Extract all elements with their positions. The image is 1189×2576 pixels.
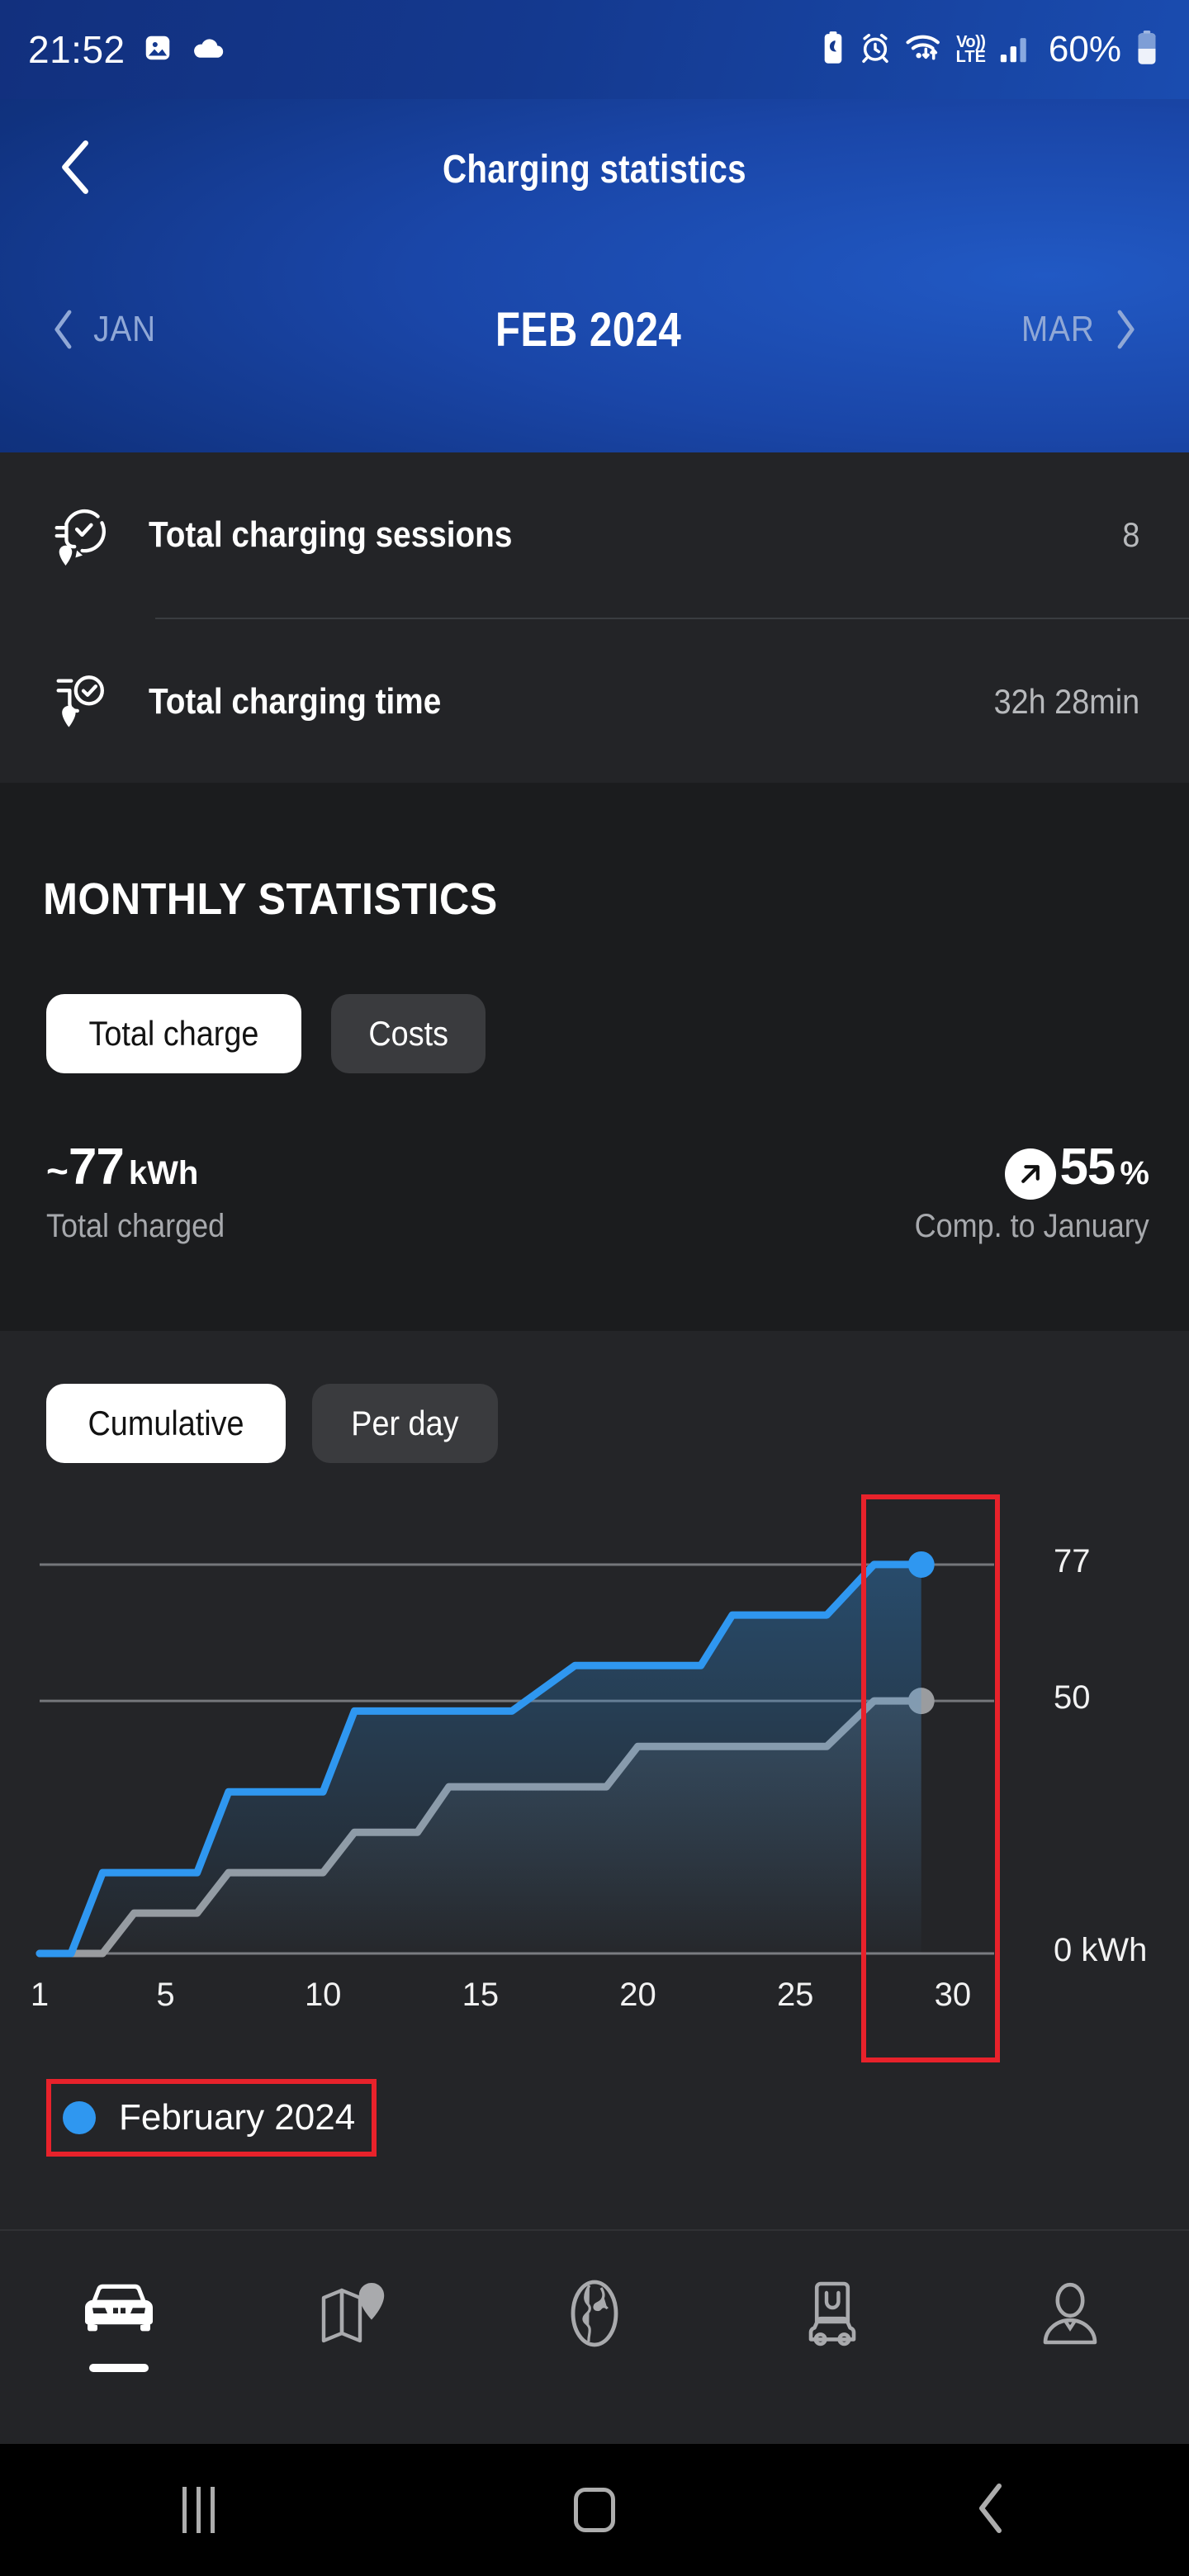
monthly-statistics-title: MONTHLY STATISTICS bbox=[43, 874, 498, 924]
legend-label-february: February 2024 bbox=[119, 2097, 356, 2138]
x-tick-label: 25 bbox=[776, 1977, 814, 2013]
chart-y-axis-labels: 0 kWh 50 77 bbox=[1024, 1491, 1189, 2061]
android-navigation-bar bbox=[0, 2444, 1189, 2576]
status-bar: 21:52 Vo)) LTE 60% bbox=[0, 0, 1189, 99]
tab-total-charge-label: Total charge bbox=[88, 1014, 259, 1053]
chevron-left-icon bbox=[54, 310, 72, 349]
summary-label-time: Total charging time bbox=[149, 681, 442, 722]
total-unit: kWh bbox=[128, 1155, 199, 1191]
chart-legend[interactable]: February 2024 bbox=[46, 2079, 377, 2157]
chevron-right-icon bbox=[1117, 310, 1135, 349]
signal-bars-icon bbox=[999, 32, 1032, 68]
tab-total-charge[interactable]: Total charge bbox=[46, 994, 301, 1073]
summary-label-sessions: Total charging sessions bbox=[149, 514, 513, 555]
x-tick-label: 20 bbox=[619, 1977, 656, 2013]
back-icon bbox=[974, 2483, 1007, 2538]
trend-up-arrow-icon bbox=[1005, 1148, 1057, 1200]
prev-month-button[interactable]: JAN bbox=[53, 309, 160, 350]
volte-icon: Vo)) LTE bbox=[955, 33, 986, 66]
tab-cumulative-label: Cumulative bbox=[88, 1404, 244, 1442]
monthly-tabs: Total charge Costs bbox=[0, 925, 1189, 1073]
recents-icon bbox=[182, 2487, 215, 2533]
chart-section: Cumulative Per day 0 kWh 50 77 1 5 10 15 20 25 3… bbox=[0, 1331, 1189, 2229]
total-number: 77 bbox=[68, 1139, 125, 1196]
tab-costs[interactable]: Costs bbox=[330, 994, 486, 1073]
profile-icon bbox=[1033, 2279, 1107, 2352]
recents-button[interactable] bbox=[0, 2487, 396, 2533]
cumulative-chart[interactable]: 0 kWh 50 77 1 5 10 15 20 25 30 bbox=[0, 1491, 1189, 2062]
battery-percent: 60% bbox=[1048, 29, 1121, 69]
x-tick-label: 10 bbox=[304, 1977, 342, 2013]
battery-icon bbox=[1135, 30, 1159, 70]
nav-item-profile[interactable] bbox=[951, 2231, 1189, 2352]
nav-item-car[interactable] bbox=[0, 2231, 238, 2372]
summary-value-time: 32h 28min bbox=[993, 682, 1139, 721]
x-tick-label: 30 bbox=[934, 1977, 972, 2013]
android-back-button[interactable] bbox=[793, 2483, 1189, 2538]
summary-value-sessions: 8 bbox=[1121, 515, 1139, 554]
cloud-icon bbox=[190, 34, 226, 66]
charging-session-icon bbox=[45, 500, 121, 571]
tab-per-day[interactable]: Per day bbox=[312, 1384, 498, 1463]
status-time: 21:52 bbox=[28, 28, 126, 71]
x-tick-label: 15 bbox=[462, 1977, 500, 2013]
prev-month-label: JAN bbox=[93, 309, 156, 349]
tab-per-day-label: Per day bbox=[351, 1404, 459, 1442]
x-tick-label: 5 bbox=[156, 1977, 175, 2013]
nav-item-globe[interactable] bbox=[476, 2231, 713, 2352]
image-icon bbox=[142, 32, 173, 68]
summary-section: Total charging sessions 8 Total charging… bbox=[0, 452, 1189, 783]
y-tick-label: 50 bbox=[1054, 1679, 1091, 1717]
total-tilde: ~ bbox=[46, 1149, 69, 1192]
tab-cumulative[interactable]: Cumulative bbox=[46, 1384, 287, 1463]
current-month-label: FEB 2024 bbox=[495, 302, 682, 357]
app-header: Charging statistics JAN FEB 2024 MAR bbox=[0, 99, 1189, 452]
battery-saver-icon bbox=[821, 31, 846, 69]
charging-time-icon bbox=[45, 666, 121, 737]
next-month-button[interactable]: MAR bbox=[1016, 309, 1136, 350]
title-bar: Charging statistics bbox=[0, 99, 1189, 239]
volte-bottom: LTE bbox=[955, 48, 986, 66]
x-tick-label: 1 bbox=[30, 1977, 50, 2013]
summary-row-time[interactable]: Total charging time 32h 28min bbox=[0, 619, 1189, 784]
tab-costs-label: Costs bbox=[368, 1014, 448, 1053]
total-caption: Total charged bbox=[46, 1208, 225, 1244]
car-icon bbox=[78, 2279, 160, 2342]
kpi-comparison: 55 % Comp. to January bbox=[888, 1138, 1149, 1245]
page-title: Charging statistics bbox=[443, 147, 746, 192]
nav-item-map[interactable] bbox=[238, 2231, 476, 2349]
kpi-row: ~ 77 kWh Total charged 55 % Comp. to Jan… bbox=[0, 1073, 1189, 1245]
kpi-total-charged: ~ 77 kWh Total charged bbox=[46, 1138, 244, 1245]
status-bar-left: 21:52 bbox=[28, 27, 226, 72]
wifi-icon bbox=[905, 31, 943, 69]
nav-active-indicator bbox=[89, 2364, 149, 2372]
home-button[interactable] bbox=[396, 2488, 793, 2532]
chart-x-axis-labels: 1 5 10 15 20 25 30 bbox=[0, 1491, 1024, 2061]
comparison-number: 55 bbox=[1059, 1139, 1116, 1196]
comparison-unit: % bbox=[1120, 1155, 1149, 1191]
alarm-icon bbox=[859, 31, 892, 69]
monthly-statistics-section: MONTHLY STATISTICS Total charge Costs ~ … bbox=[0, 783, 1189, 1331]
phone-screen: 21:52 Vo)) LTE 60% Charging statistics J… bbox=[0, 0, 1189, 2576]
month-selector: JAN FEB 2024 MAR bbox=[0, 268, 1189, 391]
status-bar-right: Vo)) LTE 60% bbox=[821, 29, 1159, 70]
summary-row-sessions[interactable]: Total charging sessions 8 bbox=[0, 452, 1189, 618]
back-chevron-icon[interactable] bbox=[58, 140, 94, 199]
map-pin-icon bbox=[317, 2279, 396, 2349]
next-month-label: MAR bbox=[1021, 309, 1095, 349]
charging-station-car-icon bbox=[791, 2279, 874, 2352]
legend-dot-february bbox=[63, 2101, 96, 2134]
y-tick-label: 77 bbox=[1054, 1542, 1091, 1579]
comparison-caption: Comp. to January bbox=[914, 1208, 1149, 1244]
chart-tabs: Cumulative Per day bbox=[0, 1331, 1189, 1463]
bottom-navigation bbox=[0, 2229, 1189, 2444]
home-icon bbox=[574, 2488, 615, 2532]
globe-icon bbox=[557, 2279, 632, 2352]
nav-item-charging-station[interactable] bbox=[713, 2231, 951, 2352]
y-tick-label: 0 kWh bbox=[1054, 1932, 1148, 1968]
